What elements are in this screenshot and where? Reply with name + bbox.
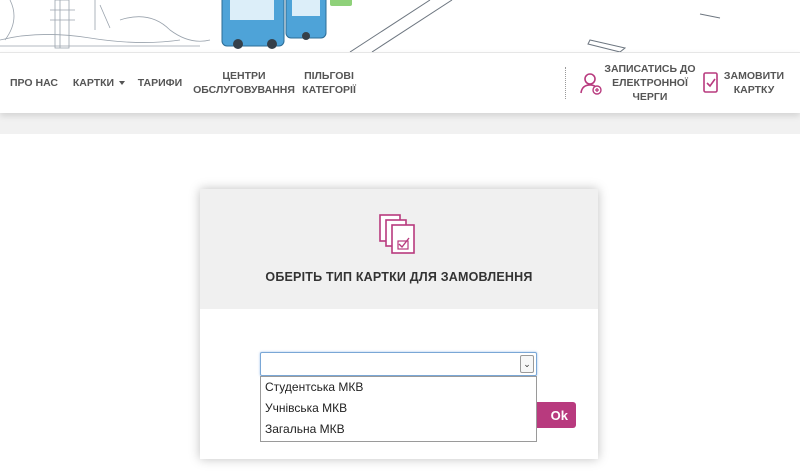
queue-signup-label: ЗАПИСАТИСЬ ДО ЕЛЕКТРОННОЇ ЧЕРГИ [604, 63, 696, 103]
card-type-modal: ОБЕРІТЬ ТИП КАРТКИ ДЛЯ ЗАМОВЛЕННЯ ⌄ Ok С… [200, 189, 598, 459]
main-navbar: ПРО НАС КАРТКИ ТАРИФИ ЦЕНТРИ ОБСЛУГОВУВА… [0, 52, 800, 113]
modal-header: ОБЕРІТЬ ТИП КАРТКИ ДЛЯ ЗАМОВЛЕННЯ [200, 189, 598, 309]
header-illustration [0, 0, 800, 52]
documents-check-icon [378, 213, 418, 260]
modal-title: ОБЕРІТЬ ТИП КАРТКИ ДЛЯ ЗАМОВЛЕННЯ [265, 270, 533, 284]
queue-signup-button[interactable]: ЗАПИСАТИСЬ ДО ЕЛЕКТРОННОЇ ЧЕРГИ [578, 53, 698, 113]
user-add-icon [578, 70, 604, 96]
card-type-options: Студентська МКВ Учнівська МКВ Загальна М… [260, 376, 537, 442]
option-student-card[interactable]: Студентська МКВ [261, 377, 536, 398]
option-general-card[interactable]: Загальна МКВ [261, 419, 536, 440]
order-card-button[interactable]: ЗАМОВИТИ КАРТКУ [700, 53, 800, 113]
content-top-band [0, 112, 800, 134]
nav-divider [565, 67, 566, 99]
nav-item-about[interactable]: ПРО НАС [6, 53, 62, 113]
nav-item-service-centers[interactable]: ЦЕНТРИ ОБСЛУГОВУВАННЯ [192, 53, 296, 113]
nav-item-label: ТАРИФИ [137, 77, 183, 89]
nav-item-cards[interactable]: КАРТКИ [68, 53, 130, 113]
nav-item-label: ПІЛЬГОВІ КАТЕГОРІЇ [302, 70, 356, 96]
card-order-icon [700, 70, 722, 96]
nav-item-label: ЦЕНТРИ ОБСЛУГОВУВАННЯ [193, 70, 295, 96]
nav-item-benefit-categories[interactable]: ПІЛЬГОВІ КАТЕГОРІЇ [298, 53, 360, 113]
option-pupil-card[interactable]: Учнівська МКВ [261, 398, 536, 419]
nav-item-label: ПРО НАС [10, 77, 58, 89]
nav-item-label: КАРТКИ [72, 77, 115, 89]
ok-button[interactable]: Ok [534, 402, 576, 428]
order-card-label: ЗАМОВИТИ КАРТКУ [723, 70, 785, 96]
caret-down-icon [119, 81, 126, 85]
card-type-select[interactable]: ⌄ [260, 352, 537, 376]
chevron-down-icon[interactable]: ⌄ [520, 355, 534, 373]
nav-item-tariffs[interactable]: ТАРИФИ [134, 53, 186, 113]
